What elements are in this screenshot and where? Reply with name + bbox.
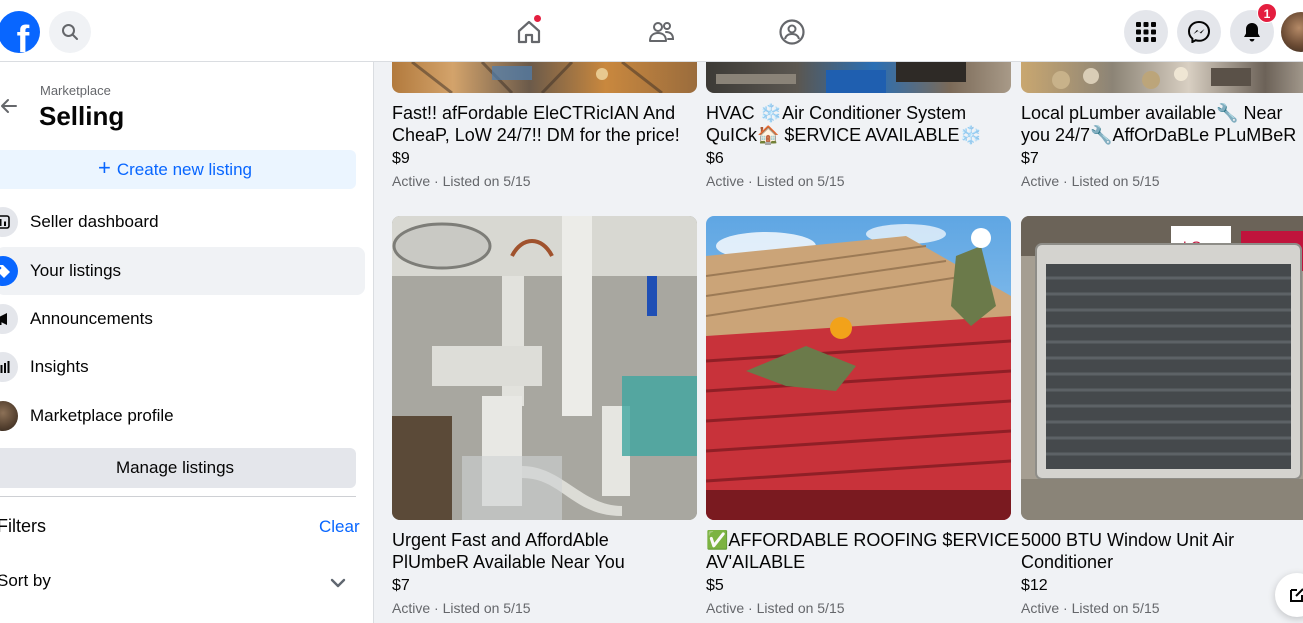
profile-photo (0, 401, 18, 431)
listing-title[interactable]: AV'AILABLE (706, 551, 805, 573)
page-title: Selling (39, 101, 125, 131)
groups-icon (779, 19, 805, 45)
home-tab[interactable] (509, 12, 549, 52)
sidebar-item-your-listings[interactable]: Your listings (0, 247, 365, 295)
listing-title[interactable]: CheaP, LoW 24/7!! DM for the price! (392, 124, 680, 146)
plus-icon: + (98, 155, 111, 180)
listing-title[interactable]: QuICk🏠 $ERVICE AVAILABLE❄️ (706, 124, 982, 146)
listing-title[interactable]: HVAC ❄️Air Conditioner System (706, 102, 966, 124)
listing-price: $6 (706, 150, 724, 167)
tag-icon (0, 256, 18, 286)
clear-filters-link[interactable]: Clear (319, 517, 360, 537)
sidebar-item-insights[interactable]: Insights (0, 343, 365, 391)
facebook-logo[interactable]: f (0, 11, 40, 53)
listing-image[interactable]: LG (1021, 216, 1303, 520)
listing-price: $5 (706, 577, 724, 594)
listing-status: Active · Listed on 5/15 (706, 173, 845, 189)
sidebar-item-label: Seller dashboard (30, 212, 159, 231)
listing-title[interactable]: ✅AFFORDABLE ROOFING $ERVICE (706, 529, 1019, 551)
new-message-button[interactable] (1275, 573, 1303, 617)
listing-title[interactable]: PlUmbeR Available Near You (392, 551, 625, 573)
listing-title[interactable]: Local pLumber available🔧 Near (1021, 102, 1283, 124)
messenger-icon (1188, 21, 1210, 43)
notification-count-badge: 1 (1257, 3, 1277, 23)
listing-image[interactable] (392, 62, 697, 93)
sidebar-item-seller-dashboard[interactable]: Seller dashboard (0, 198, 365, 246)
listing-title[interactable]: Fast!! afFordable EleCTRicIAN And (392, 102, 675, 124)
marketplace-sidebar: Marketplace Selling + Create new listing… (0, 62, 374, 623)
sidebar-item-label: Marketplace profile (30, 406, 174, 425)
bar-chart-icon (0, 352, 18, 382)
friends-icon (649, 22, 675, 42)
listing-title[interactable]: Urgent Fast and AffordAble (392, 529, 609, 551)
dashboard-icon (0, 207, 18, 237)
home-notification-dot (533, 14, 542, 23)
filters-heading: Filters (0, 516, 46, 536)
create-new-listing-label: Create new listing (116, 159, 252, 179)
manage-listings-button[interactable]: Manage listings (0, 448, 356, 488)
listing-title[interactable]: 5000 BTU Window Unit Air (1021, 529, 1234, 551)
listing-price: $9 (392, 150, 410, 167)
notifications-bell-icon (1244, 23, 1260, 42)
compose-icon (1290, 588, 1303, 602)
menu-button[interactable] (1124, 10, 1168, 54)
search-button[interactable] (49, 11, 91, 53)
menu-grid-icon (1136, 22, 1156, 42)
divider (0, 496, 356, 497)
create-new-listing-button[interactable]: + Create new listing (0, 150, 356, 189)
friends-tab[interactable] (641, 12, 681, 52)
listing-image[interactable] (1021, 62, 1303, 93)
breadcrumb[interactable]: Marketplace (40, 83, 111, 98)
listing-image[interactable] (706, 216, 1011, 520)
sidebar-item-marketplace-profile[interactable]: Marketplace profile (0, 392, 365, 440)
listing-status: Active · Listed on 5/15 (1021, 600, 1160, 616)
sidebar-item-label: Insights (30, 357, 89, 376)
listing-status: Active · Listed on 5/15 (1021, 173, 1160, 189)
listing-price: $7 (1021, 150, 1039, 167)
listing-status: Active · Listed on 5/15 (392, 173, 531, 189)
listing-title[interactable]: Conditioner (1021, 551, 1113, 573)
listing-price: $12 (1021, 577, 1048, 594)
listing-image[interactable] (706, 62, 1011, 93)
top-navigation-bar: f 1 (0, 0, 1303, 62)
listing-image[interactable] (392, 216, 697, 520)
listing-title[interactable]: you 24/7🔧AffOrDaBLe PLuMBeR (1021, 124, 1296, 146)
listing-status: Active · Listed on 5/15 (392, 600, 531, 616)
sidebar-item-announcements[interactable]: Announcements (0, 295, 365, 343)
search-icon (62, 24, 78, 40)
sort-by-label[interactable]: Sort by (0, 571, 51, 591)
sidebar-item-label: Your listings (30, 261, 122, 280)
profile-avatar[interactable] (1281, 12, 1303, 52)
back-arrow-icon[interactable] (0, 94, 22, 118)
megaphone-icon (0, 304, 18, 334)
groups-tab[interactable] (772, 12, 812, 52)
listing-price: $7 (392, 577, 410, 594)
listing-status: Active · Listed on 5/15 (706, 600, 845, 616)
chevron-down-icon[interactable] (328, 573, 348, 593)
messenger-button[interactable] (1177, 10, 1221, 54)
sidebar-item-label: Announcements (30, 309, 153, 328)
